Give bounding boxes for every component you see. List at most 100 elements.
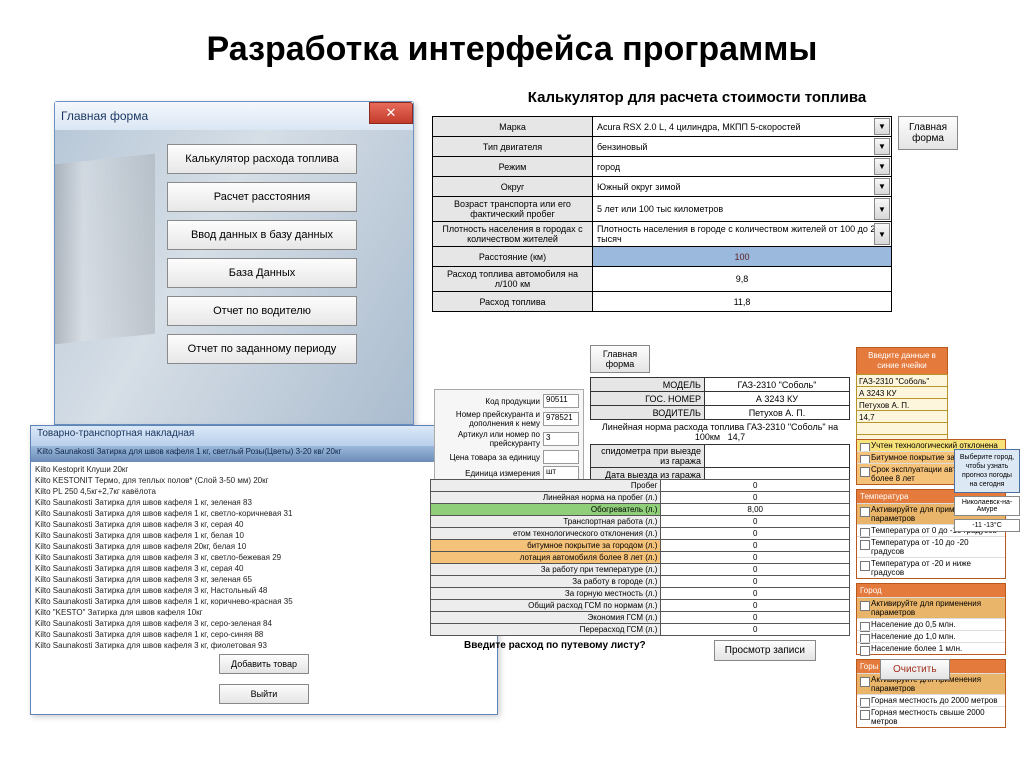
fuel-row-label: Округ: [433, 177, 593, 197]
list-item[interactable]: Kilto "KESTO" Затирка для швов кафеля 10…: [35, 607, 493, 618]
list-item[interactable]: Kilto Saunakosti Затирка для швов кафеля…: [35, 552, 493, 563]
fuel-row-value[interactable]: Южный округ зимой▼: [593, 177, 892, 197]
add-item-button[interactable]: Добавить товар: [219, 654, 309, 674]
main-form-client: Калькулятор расхода топлива Расчет расст…: [55, 130, 413, 424]
veh-sub-label: спидометра при выезде из гаража: [591, 445, 705, 468]
param-group: ГородАктивируйте для применения параметр…: [856, 583, 1006, 655]
chevron-down-icon[interactable]: ▼: [874, 138, 890, 155]
canvas: Главная форма ✕ Калькулятор расхода топл…: [0, 89, 1024, 729]
data-entry-button[interactable]: Ввод данных в базу данных: [167, 220, 357, 250]
gsm-value: 0: [661, 540, 850, 552]
veh-sub-value[interactable]: [704, 445, 849, 468]
param-option[interactable]: Население до 1,0 млн.: [857, 630, 1005, 642]
fuel-row-value[interactable]: Acura RSX 2.0 L, 4 цилиндра, МКПП 5-скор…: [593, 117, 892, 137]
city-prompt: Выберите город, чтобы узнать прогноз пог…: [954, 449, 1020, 493]
fuel-row-value[interactable]: бензиновый▼: [593, 137, 892, 157]
gsm-value: 0: [661, 552, 850, 564]
cargo-label: Единица измерения: [439, 469, 543, 478]
vehicle-plate-label: ГОС. НОМЕР: [591, 392, 705, 406]
list-item[interactable]: Kilto Saunakosti Затирка для швов кафеля…: [35, 574, 493, 585]
gsm-label: Перерасход ГСМ (л.): [431, 624, 661, 636]
fuel-row-value[interactable]: Плотность населения в городе с количеств…: [593, 222, 892, 247]
weather-city-widget: Выберите город, чтобы узнать прогноз пог…: [954, 449, 1020, 532]
list-item[interactable]: Kilto Saunakosti Затирка для швов кафеля…: [35, 585, 493, 596]
gsm-value: 0: [661, 612, 850, 624]
gsm-value: 0: [661, 576, 850, 588]
gsm-value: 0: [661, 480, 850, 492]
list-item[interactable]: Kilto Saunakosti Затирка для швов кафеля…: [35, 618, 493, 629]
slide-title: Разработка интерфейса программы: [0, 0, 1024, 89]
vehicle-norm-title: Линейная норма расхода топлива ГАЗ-2310 …: [590, 420, 850, 444]
param-option[interactable]: Температура от -20 и ниже градусов: [857, 557, 1005, 578]
list-item[interactable]: Kilto Saunakosti Затирка для швов кафеля…: [35, 640, 493, 650]
list-item[interactable]: Kilto Saunakosti Затирка для швов кафеля…: [35, 596, 493, 607]
fuel-row-value: 100: [593, 247, 892, 267]
gsm-table: Пробег0Линейная норма на пробег (л.)0Обо…: [430, 479, 850, 661]
city-select[interactable]: Николаевск-на-Амуре: [954, 496, 1020, 516]
fuel-row-value[interactable]: 5 лет или 100 тыс километров▼: [593, 197, 892, 222]
city-temp: -11 -13°C: [954, 519, 1020, 532]
cargo-field[interactable]: [543, 450, 579, 464]
chevron-down-icon[interactable]: ▼: [874, 223, 890, 245]
chevron-down-icon[interactable]: ▼: [874, 158, 890, 175]
list-item[interactable]: Kilto PL 250 4,5кг+2,7кг кавёлота: [35, 486, 493, 497]
cargo-field[interactable]: шт: [543, 466, 579, 480]
cargo-field[interactable]: 978521: [543, 412, 579, 426]
gsm-label: Общий расход ГСМ по нормам (л.): [431, 600, 661, 612]
list-item[interactable]: Kilto Saunakosti Затирка для швов кафеля…: [35, 519, 493, 530]
input-hints-column: Введите данные в синие ячейки ГАЗ-2310 "…: [856, 347, 948, 447]
fuel-calc-table: МаркаAcura RSX 2.0 L, 4 цилиндра, МКПП 5…: [432, 116, 892, 312]
list-item[interactable]: Kilto Saunakosti Затирка для швов кафеля…: [35, 563, 493, 574]
vehicle-main-button[interactable]: Главная форма: [590, 345, 650, 373]
close-icon[interactable]: ✕: [369, 102, 413, 124]
param-option[interactable]: Горная местность до 2000 метров: [857, 694, 1005, 706]
chevron-down-icon[interactable]: ▼: [874, 178, 890, 195]
chevron-down-icon[interactable]: ▼: [874, 198, 890, 220]
cargo-label: Номер прейскуранта и дополнения к нему: [439, 410, 543, 428]
ttn-list[interactable]: Kilto Kestoprit Клуши 20кгKilto KESTONIT…: [31, 462, 497, 650]
gsm-value: 0: [661, 528, 850, 540]
fuel-calc-main-button[interactable]: Главная форма: [898, 116, 958, 150]
main-form-window: Главная форма ✕ Калькулятор расхода топл…: [54, 101, 414, 425]
ttn-window: Товарно-транспортная накладная Kilto Sau…: [30, 425, 498, 715]
param-option[interactable]: Население более 1 млн.: [857, 642, 1005, 654]
view-record-button[interactable]: Просмотр записи: [714, 640, 816, 661]
list-item[interactable]: Kilto Saunakosti Затирка для швов кафеля…: [35, 541, 493, 552]
param-group-header: Город: [857, 584, 1005, 597]
list-item[interactable]: Kilto Saunakosti Затирка для швов кафеля…: [35, 629, 493, 640]
list-item[interactable]: Kilto KESTONIT Термо, для теплых полов* …: [35, 475, 493, 486]
fuel-row-label: Расход топлива автомобиля на л/100 км: [433, 267, 593, 292]
vehicle-model-label: МОДЕЛЬ: [591, 378, 705, 392]
fuel-row-label: Марка: [433, 117, 593, 137]
truck-image: [55, 154, 155, 347]
ttn-toolbar: Kilto Saunakosti Затирка для швов кафеля…: [31, 446, 497, 462]
gsm-value: 0: [661, 516, 850, 528]
clear-button[interactable]: Очистить: [880, 659, 950, 680]
exit-button[interactable]: Выйти: [219, 684, 309, 704]
list-item[interactable]: Kilto Saunakosti Затирка для швов кафеля…: [35, 497, 493, 508]
gsm-footer-text: Введите расход по путевому листу?: [464, 640, 646, 661]
fuel-row-value[interactable]: город▼: [593, 157, 892, 177]
fuel-calculator: Калькулятор для расчета стоимости топлив…: [432, 89, 962, 312]
param-option[interactable]: Горная местность свыше 2000 метров: [857, 706, 1005, 727]
driver-report-button[interactable]: Отчет по водителю: [167, 296, 357, 326]
fuel-calc-title: Калькулятор для расчета стоимости топлив…: [432, 89, 962, 106]
cargo-field[interactable]: 3: [543, 432, 579, 446]
cargo-field[interactable]: 90511: [543, 394, 579, 408]
param-activate-checkbox[interactable]: Активируйте для применения параметров: [857, 597, 1005, 618]
fuel-row-value: 9,8: [593, 267, 892, 292]
period-report-button[interactable]: Отчет по заданному периоду: [167, 334, 357, 364]
distance-calc-button[interactable]: Расчет расстояния: [167, 182, 357, 212]
param-option[interactable]: Температура от -10 до -20 градусов: [857, 536, 1005, 557]
chevron-down-icon[interactable]: ▼: [874, 118, 890, 135]
list-item[interactable]: Kilto Kestoprit Клуши 20кг: [35, 464, 493, 475]
vehicle-table: МОДЕЛЬГАЗ-2310 "Соболь" ГОС. НОМЕРА 3243…: [590, 377, 850, 420]
gsm-label: За работу в городе (л.): [431, 576, 661, 588]
fuel-calc-button[interactable]: Калькулятор расхода топлива: [167, 144, 357, 174]
fuel-row-value: 11,8: [593, 292, 892, 312]
param-option[interactable]: Население до 0,5 млн.: [857, 618, 1005, 630]
database-button[interactable]: База Данных: [167, 258, 357, 288]
list-item[interactable]: Kilto Saunakosti Затирка для швов кафеля…: [35, 530, 493, 541]
list-item[interactable]: Kilto Saunakosti Затирка для швов кафеля…: [35, 508, 493, 519]
cargo-label: Артикул или номер по прейскуранту: [439, 430, 543, 448]
